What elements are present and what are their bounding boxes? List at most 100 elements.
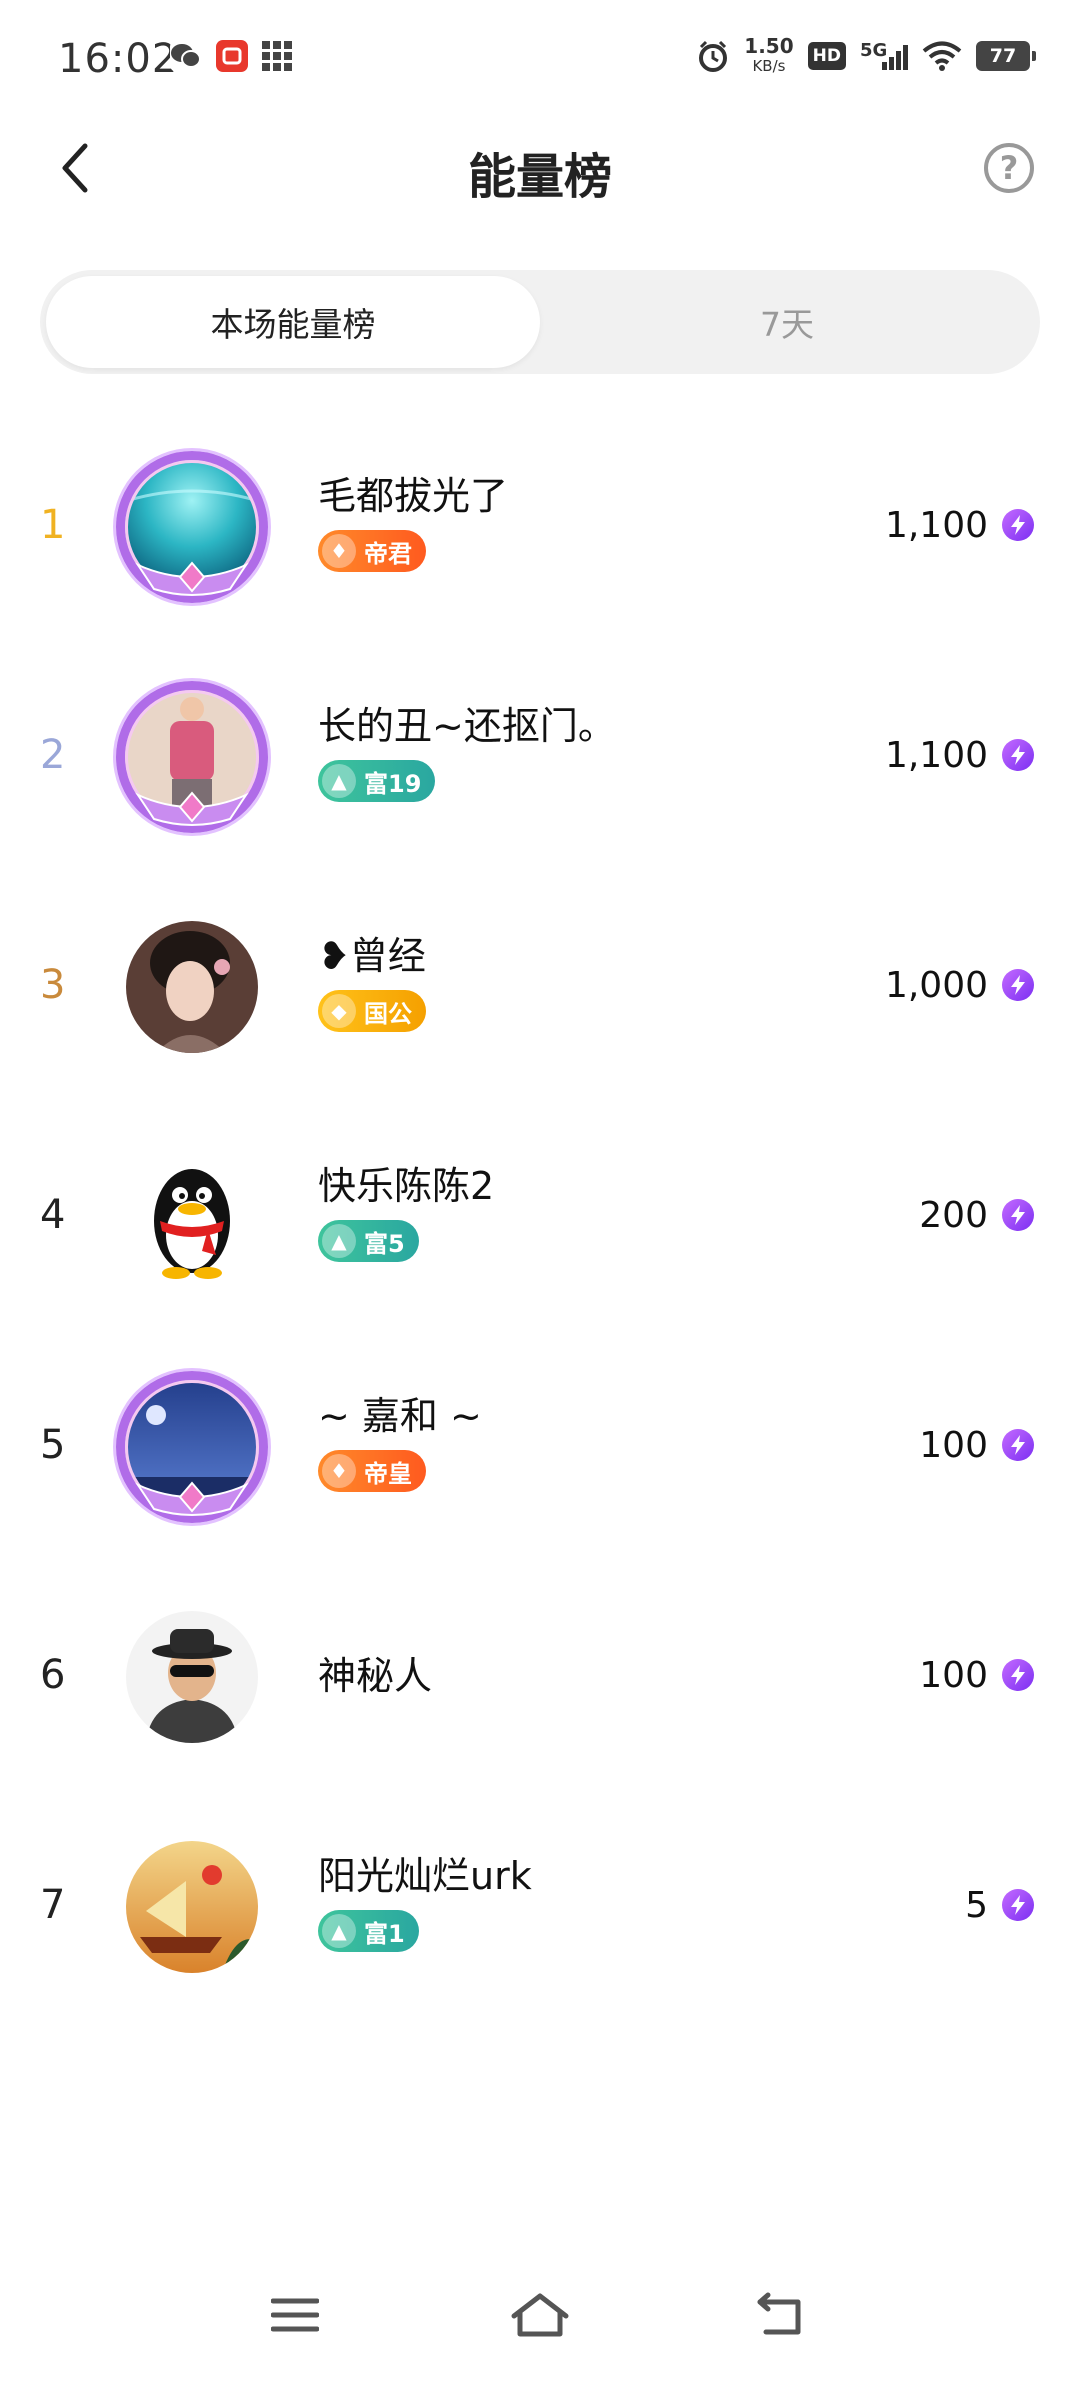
score-value: 1,100: [884, 504, 988, 546]
level-badge: ▲ 富5: [318, 1220, 419, 1262]
system-icons: 1.50 KB/s HD 5G 77: [696, 36, 1036, 76]
badge-label: 富5: [364, 1229, 405, 1258]
badge-label: 国公: [364, 999, 412, 1028]
energy-bolt-icon: [1002, 1889, 1034, 1921]
score-value: 100: [919, 1424, 988, 1466]
battery-level: 77: [989, 45, 1017, 67]
avatar-frame-ornament: [134, 559, 250, 599]
avatar-image: [126, 1611, 258, 1743]
badge-label: 富1: [364, 1919, 405, 1948]
ranking-row[interactable]: 2 长的丑~还抠门。 ▲ 富19 1,100: [0, 655, 1080, 885]
ranking-list: 1 毛都拔光了 ♦ 帝君 1,100 2 长的丑~还抠门。 ▲ 富19 1,100 3 ❥曾经 ◆ 国公 1…: [0, 425, 1080, 2035]
energy-score: 1,100: [885, 425, 1034, 625]
rank-number: 2: [40, 732, 66, 778]
net-speed-value: 1.50: [744, 34, 794, 58]
ranking-row[interactable]: 3 ❥曾经 ◆ 国公 1,000: [0, 885, 1080, 1115]
tab-7-days[interactable]: 7天: [540, 276, 1034, 368]
level-badge: ▲ 富19: [318, 760, 436, 802]
hd-icon: HD: [807, 42, 846, 70]
wechat-icon: [170, 40, 202, 72]
energy-bolt-icon: [1002, 969, 1034, 1001]
net-speed-unit: KB/s: [752, 57, 786, 75]
energy-bolt-icon: [1002, 739, 1034, 771]
badge-icon: ▲: [322, 764, 356, 798]
ranking-row[interactable]: 6 神秘人 100: [0, 1575, 1080, 1805]
app-header: 能量榜 ?: [0, 115, 1080, 225]
energy-score: 5: [965, 1805, 1034, 2005]
rank-number: 7: [40, 1882, 66, 1928]
signal-icon: 5G: [860, 40, 908, 72]
rank-number: 6: [40, 1652, 66, 1698]
avatar[interactable]: [112, 1597, 272, 1757]
apps-grid-icon: [262, 41, 292, 71]
rank-number: 4: [40, 1192, 66, 1238]
avatar[interactable]: [112, 1827, 272, 1987]
badge-icon: ▲: [322, 1914, 356, 1948]
system-nav-bar: [0, 2240, 1080, 2400]
energy-score: 100: [919, 1575, 1034, 1775]
status-bar: 16:02 1.50 KB/s HD 5G 77: [0, 0, 1080, 115]
score-value: 200: [919, 1194, 988, 1236]
user-name: 神秘人: [318, 1654, 433, 1698]
home-icon: [511, 2293, 569, 2337]
score-value: 1,100: [884, 734, 988, 776]
question-mark-icon: ?: [999, 149, 1019, 187]
level-badge: ▲ 富1: [318, 1910, 419, 1952]
energy-score: 1,100: [885, 655, 1034, 855]
level-badge: ♦ 帝君: [318, 530, 426, 572]
tab-label: 本场能量榜: [210, 305, 376, 344]
user-name: 毛都拔光了: [318, 474, 509, 518]
ranking-row[interactable]: 4 快乐陈陈2 ▲ 富5 200: [0, 1115, 1080, 1345]
avatar[interactable]: [112, 907, 272, 1067]
ranking-row[interactable]: 1 毛都拔光了 ♦ 帝君 1,100: [0, 425, 1080, 655]
user-name: ~ 嘉和 ~: [318, 1394, 482, 1438]
rank-number: 5: [40, 1422, 66, 1468]
wifi-icon: [922, 41, 962, 71]
score-value: 1,000: [884, 964, 988, 1006]
status-time: 16:02: [58, 36, 179, 82]
energy-score: 100: [919, 1345, 1034, 1545]
help-button[interactable]: ?: [984, 143, 1034, 193]
avatar[interactable]: [112, 447, 272, 607]
ranking-tabs: 本场能量榜 7天: [40, 270, 1040, 374]
energy-score: 1,000: [885, 885, 1034, 1085]
tab-label: 7天: [760, 305, 814, 344]
tab-current-session[interactable]: 本场能量榜: [46, 276, 540, 368]
avatar-image: [126, 921, 258, 1053]
avatar[interactable]: [112, 1137, 272, 1297]
rank-number: 1: [40, 502, 66, 548]
user-name: ❥曾经: [318, 934, 426, 978]
menu-icon: [271, 2298, 319, 2332]
badge-label: 帝君: [364, 539, 412, 568]
net-speed: 1.50 KB/s: [744, 36, 793, 76]
badge-icon: ◆: [322, 994, 356, 1028]
energy-bolt-icon: [1002, 1429, 1034, 1461]
ranking-row[interactable]: 5 ~ 嘉和 ~ ♦ 帝皇 100: [0, 1345, 1080, 1575]
score-value: 100: [919, 1654, 988, 1696]
ranking-row[interactable]: 7 阳光灿烂urk ▲ 富1 5: [0, 1805, 1080, 2035]
battery-icon: 77: [976, 41, 1036, 71]
avatar-image: [126, 1841, 258, 1973]
back-arrow-icon: [757, 2292, 801, 2335]
menu-button[interactable]: [255, 2280, 335, 2350]
energy-score: 200: [919, 1115, 1034, 1315]
taobao-icon: [216, 40, 248, 72]
home-button[interactable]: [500, 2280, 580, 2350]
rank-number: 3: [40, 962, 66, 1008]
avatar[interactable]: [112, 677, 272, 837]
back-nav-button[interactable]: [740, 2280, 820, 2350]
badge-label: 帝皇: [364, 1459, 412, 1488]
avatar-frame-ornament: [134, 789, 250, 829]
user-name: 长的丑~还抠门。: [318, 704, 616, 748]
user-name: 快乐陈陈2: [318, 1164, 495, 1208]
energy-bolt-icon: [1002, 509, 1034, 541]
badge-icon: ♦: [322, 1454, 356, 1488]
alarm-icon: [699, 40, 728, 72]
badge-label: 富19: [364, 769, 422, 798]
badge-icon: ▲: [322, 1224, 356, 1258]
level-badge: ♦ 帝皇: [318, 1450, 426, 1492]
avatar-frame-ornament: [134, 1479, 250, 1519]
avatar[interactable]: [112, 1367, 272, 1527]
score-value: 5: [965, 1884, 988, 1926]
avatar-image: [126, 1151, 258, 1283]
